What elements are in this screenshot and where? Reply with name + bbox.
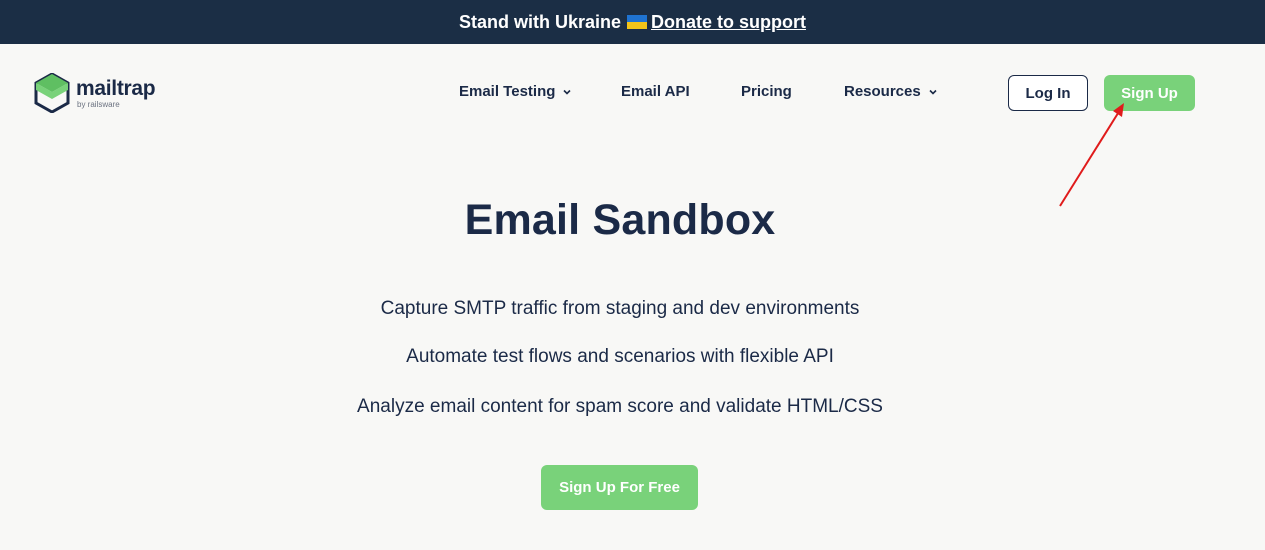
- page-title: Email Sandbox: [464, 196, 776, 244]
- nav-resources[interactable]: Resources: [844, 83, 937, 100]
- mailtrap-logo-icon: [34, 73, 70, 113]
- nav-email-api-label: Email API: [621, 83, 690, 100]
- nav-pricing[interactable]: Pricing: [741, 83, 792, 100]
- feature-line-2: Automate test flows and scenarios with f…: [406, 346, 834, 367]
- nav-pricing-label: Pricing: [741, 83, 792, 100]
- donate-link[interactable]: Donate to support: [651, 12, 806, 33]
- feature-line-3: Analyze email content for spam score and…: [357, 396, 883, 417]
- nav-email-testing[interactable]: Email Testing: [459, 83, 571, 100]
- nav-resources-label: Resources: [844, 83, 921, 100]
- signup-button[interactable]: Sign Up: [1104, 75, 1195, 111]
- logo-subtitle: by railsware: [77, 99, 120, 109]
- login-button[interactable]: Log In: [1008, 75, 1088, 111]
- nav-email-api[interactable]: Email API: [621, 83, 690, 100]
- mailtrap-logo[interactable]: mailtrap by railsware: [34, 72, 156, 114]
- ukraine-flag-icon: [627, 15, 648, 29]
- chevron-down-icon: [929, 89, 937, 95]
- chevron-down-icon: [563, 89, 571, 95]
- ukraine-banner: Stand with Ukraine Donate to support: [0, 0, 1265, 44]
- logo-name: mailtrap: [76, 76, 156, 100]
- feature-line-1: Capture SMTP traffic from staging and de…: [380, 298, 860, 319]
- signup-free-button[interactable]: Sign Up For Free: [541, 465, 698, 510]
- banner-text: Stand with Ukraine: [458, 11, 622, 32]
- nav-email-testing-label: Email Testing: [459, 83, 556, 100]
